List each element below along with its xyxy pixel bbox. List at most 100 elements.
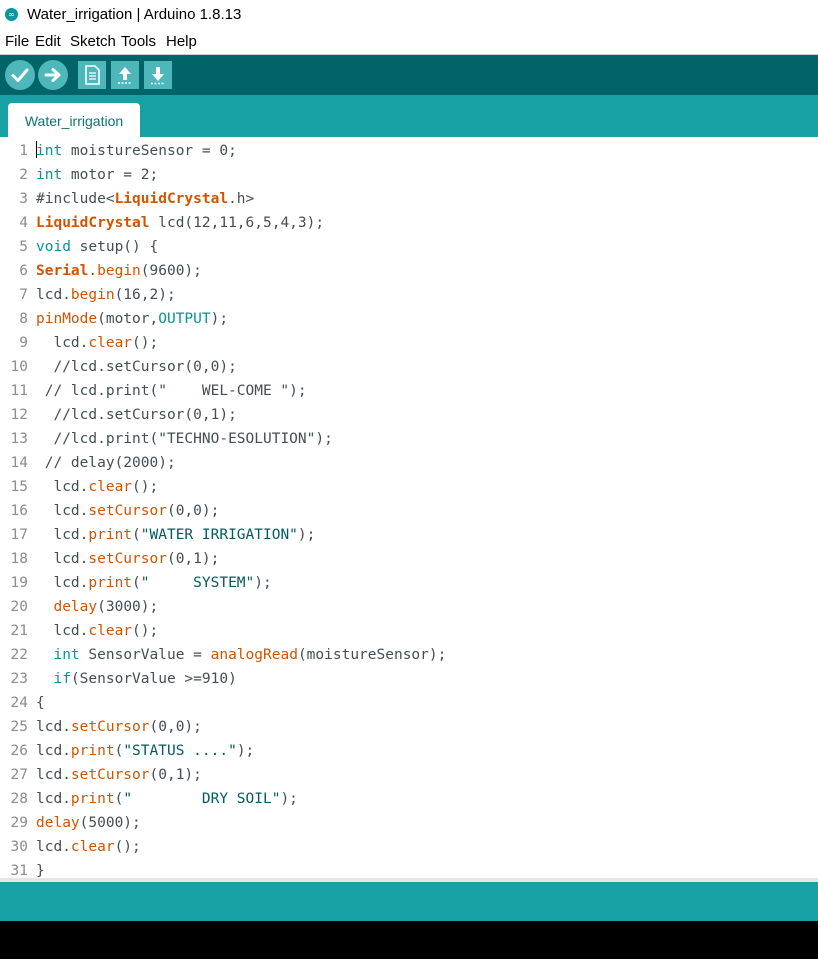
code-line[interactable]: 3 #include<LiquidCrystal.h> <box>0 187 818 211</box>
save-sketch-button[interactable] <box>144 61 172 89</box>
code-line[interactable]: 12 //lcd.setCursor(0,1); <box>0 403 818 427</box>
line-code: int motor = 2; <box>36 167 159 183</box>
line-code: lcd.print("STATUS ...."); <box>36 743 255 759</box>
code-line[interactable]: 23 if(SensorValue >=910) <box>0 667 818 691</box>
new-sketch-icon <box>85 65 100 85</box>
menu-tools[interactable]: Tools <box>121 33 156 50</box>
line-number: 12 <box>10 407 28 423</box>
code-line[interactable]: 14 // delay(2000); <box>0 451 818 475</box>
code-line[interactable]: 1 int moistureSensor = 0; <box>0 139 818 163</box>
new-sketch-button[interactable] <box>78 61 106 89</box>
line-code: lcd.clear(); <box>36 839 141 855</box>
line-number: 24 <box>10 695 28 711</box>
code-line[interactable]: 10 //lcd.setCursor(0,0); <box>0 355 818 379</box>
code-line[interactable]: 26 lcd.print("STATUS ...."); <box>0 739 818 763</box>
line-number: 14 <box>10 455 28 471</box>
upload-button[interactable] <box>38 60 68 90</box>
code-line[interactable]: 29 delay(5000); <box>0 811 818 835</box>
line-code: //lcd.setCursor(0,1); <box>53 407 237 423</box>
line-number: 2 <box>19 167 28 183</box>
code-line[interactable]: 18 lcd.setCursor(0,1); <box>0 547 818 571</box>
open-sketch-icon <box>118 67 132 84</box>
arduino-logo-icon: ∞ <box>5 8 18 21</box>
code-line[interactable]: 25 lcd.setCursor(0,0); <box>0 715 818 739</box>
menu-sketch[interactable]: Sketch <box>70 33 116 50</box>
text-caret <box>36 141 37 158</box>
verify-button[interactable] <box>5 60 35 90</box>
code-line[interactable]: 9 lcd.clear(); <box>0 331 818 355</box>
menu-help[interactable]: Help <box>166 33 197 50</box>
code-line[interactable]: 24 { <box>0 691 818 715</box>
code-line[interactable]: 21 lcd.clear(); <box>0 619 818 643</box>
code-line[interactable]: 27 lcd.setCursor(0,1); <box>0 763 818 787</box>
line-number: 30 <box>10 839 28 855</box>
open-sketch-button[interactable] <box>111 61 139 89</box>
console-output <box>0 921 818 959</box>
line-code: } <box>36 863 45 878</box>
line-code: delay(3000); <box>53 599 159 615</box>
code-line[interactable]: 8 pinMode(motor,OUTPUT); <box>0 307 818 331</box>
code-line[interactable]: 2 int motor = 2; <box>0 163 818 187</box>
menu-edit[interactable]: Edit <box>35 33 61 50</box>
line-code: delay(5000); <box>36 815 141 831</box>
menu-file[interactable]: File <box>5 33 29 50</box>
line-number: 31 <box>10 863 28 878</box>
line-number: 29 <box>10 815 28 831</box>
code-line[interactable]: 19 lcd.print(" SYSTEM"); <box>0 571 818 595</box>
line-code: lcd.clear(); <box>36 335 159 351</box>
code-line[interactable]: 5 void setup() { <box>0 235 818 259</box>
line-code: int moistureSensor = 0; <box>36 143 237 159</box>
line-code: lcd.clear(); <box>36 479 159 495</box>
line-code: pinMode(motor,OUTPUT); <box>36 311 229 327</box>
line-number: 6 <box>19 263 28 279</box>
line-number: 27 <box>10 767 28 783</box>
code-editor[interactable]: 1 int moistureSensor = 0; 2 int motor = 2; 3… <box>0 137 818 878</box>
line-number: 28 <box>10 791 28 807</box>
line-number: 1 <box>19 143 28 159</box>
line-code: //lcd.print("TECHNO-ESOLUTION"); <box>53 431 333 447</box>
line-number: 21 <box>10 623 28 639</box>
line-code: // delay(2000); <box>44 455 176 471</box>
verify-check-icon <box>11 68 29 82</box>
line-number: 4 <box>19 215 28 231</box>
tab-water-irrigation[interactable]: Water_irrigation <box>8 103 140 137</box>
line-code: lcd.clear(); <box>36 623 159 639</box>
toolbar <box>0 55 818 95</box>
code-line[interactable]: 11 // lcd.print(" WEL-COME "); <box>0 379 818 403</box>
line-code: // lcd.print(" WEL-COME "); <box>44 383 307 399</box>
line-code: //lcd.setCursor(0,0); <box>53 359 237 375</box>
line-code: lcd.begin(16,2); <box>36 287 176 303</box>
line-number: 7 <box>19 287 28 303</box>
code-line[interactable]: 31} <box>0 859 818 878</box>
code-line[interactable]: 7 lcd.begin(16,2); <box>0 283 818 307</box>
code-line[interactable]: 30 lcd.clear(); <box>0 835 818 859</box>
line-number: 18 <box>10 551 28 567</box>
upload-arrow-icon <box>44 68 61 82</box>
line-number: 19 <box>10 575 28 591</box>
line-code: if(SensorValue >=910) <box>53 671 237 687</box>
code-line[interactable]: 17 lcd.print("WATER IRRIGATION"); <box>0 523 818 547</box>
code-line[interactable]: 22 int SensorValue = analogRead(moisture… <box>0 643 818 667</box>
code-line[interactable]: 13 //lcd.print("TECHNO-ESOLUTION"); <box>0 427 818 451</box>
tab-label: Water_irrigation <box>24 113 124 129</box>
line-number: 8 <box>19 311 28 327</box>
code-line[interactable]: 28 lcd.print(" DRY SOIL"); <box>0 787 818 811</box>
line-code: lcd.setCursor(0,1); <box>36 551 220 567</box>
code-line[interactable]: 4 LiquidCrystal lcd(12,11,6,5,4,3); <box>0 211 818 235</box>
code-line[interactable]: 15 lcd.clear(); <box>0 475 818 499</box>
line-number: 26 <box>10 743 28 759</box>
line-number: 15 <box>10 479 28 495</box>
code-line[interactable]: 20 delay(3000); <box>0 595 818 619</box>
line-number: 22 <box>10 647 28 663</box>
line-code: { <box>36 695 45 711</box>
line-number: 10 <box>10 359 28 375</box>
line-code: Serial.begin(9600); <box>36 263 202 279</box>
line-code: LiquidCrystal lcd(12,11,6,5,4,3); <box>36 215 325 231</box>
code-line[interactable]: 6 Serial.begin(9600); <box>0 259 818 283</box>
code-line[interactable]: 16 lcd.setCursor(0,0); <box>0 499 818 523</box>
line-code: lcd.print("WATER IRRIGATION"); <box>36 527 316 543</box>
line-code: lcd.print(" DRY SOIL"); <box>36 791 298 807</box>
line-code: lcd.setCursor(0,0); <box>36 503 220 519</box>
line-number: 13 <box>10 431 28 447</box>
line-number: 25 <box>10 719 28 735</box>
